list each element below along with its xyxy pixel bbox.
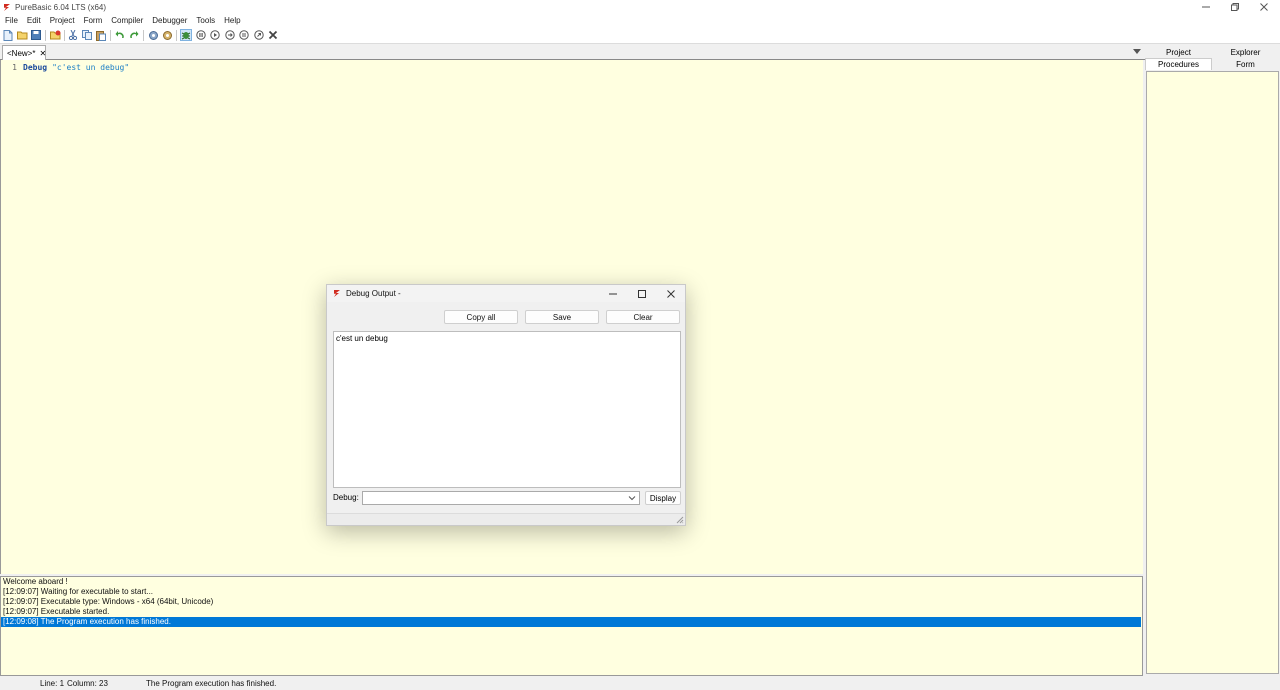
menu-project[interactable]: Project	[50, 16, 75, 25]
copy-all-button[interactable]: Copy all	[444, 310, 518, 324]
dialog-title-bar[interactable]: Debug Output -	[327, 285, 685, 302]
tab-close-icon[interactable]: ✕	[39, 49, 46, 58]
redo-icon[interactable]	[128, 29, 140, 41]
minimize-button[interactable]	[1192, 0, 1220, 14]
step-icon[interactable]	[209, 29, 221, 41]
open-file-icon[interactable]	[16, 29, 28, 41]
procedures-list[interactable]	[1146, 71, 1279, 674]
log-line-selected[interactable]: [12:09:08] The Program execution has fin…	[1, 617, 1141, 627]
minimize-icon	[1202, 6, 1210, 8]
menu-form[interactable]: Form	[84, 16, 103, 25]
menu-file[interactable]: File	[5, 16, 18, 25]
status-bar: Line: 1 Column: 23 The Program execution…	[0, 676, 1280, 690]
tab-form[interactable]: Form	[1212, 58, 1279, 70]
menu-edit[interactable]: Edit	[27, 16, 41, 25]
save-button[interactable]: Save	[525, 310, 599, 324]
tab-procedures[interactable]: Procedures	[1145, 58, 1212, 70]
debug-output-dialog: Debug Output - Copy all Save Clear c'est…	[326, 284, 686, 526]
resize-grip-icon[interactable]	[676, 516, 684, 524]
menu-help[interactable]: Help	[224, 16, 240, 25]
menu-compiler[interactable]: Compiler	[111, 16, 143, 25]
window-title: PureBasic 6.04 LTS (x64)	[15, 2, 107, 12]
dialog-minimize-button[interactable]	[599, 285, 627, 302]
code-string: "c'est un debug"	[52, 63, 130, 72]
kill-icon[interactable]	[267, 29, 279, 41]
dialog-maximize-button[interactable]	[628, 285, 656, 302]
close-icon	[667, 289, 675, 298]
step-over-icon[interactable]	[224, 29, 236, 41]
dialog-title: Debug Output -	[346, 289, 401, 298]
paste-icon[interactable]	[95, 29, 107, 41]
compile-run-icon[interactable]	[161, 29, 173, 41]
restore-icon	[1231, 3, 1239, 11]
menu-tools[interactable]: Tools	[196, 16, 215, 25]
log-line: [12:09:07] Executable started.	[3, 607, 110, 616]
save-icon[interactable]	[30, 29, 42, 41]
debug-output-line: c'est un debug	[336, 334, 388, 343]
purebasic-logo-icon	[334, 290, 340, 297]
error-log-panel[interactable]: Welcome aboard ! [12:09:07] Waiting for …	[0, 576, 1143, 676]
chevron-down-icon[interactable]	[628, 494, 636, 502]
cut-icon[interactable]	[67, 29, 79, 41]
close-button[interactable]	[1250, 0, 1278, 14]
log-line: [12:09:07] Waiting for executable to sta…	[3, 587, 154, 596]
undo-icon[interactable]	[114, 29, 126, 41]
tab-new-file[interactable]: <New>* ✕	[2, 45, 46, 60]
log-line: Welcome aboard !	[3, 577, 68, 586]
status-column: Column: 23	[67, 679, 108, 688]
tab-explorer[interactable]: Explorer	[1212, 46, 1279, 58]
title-bar: PureBasic 6.04 LTS (x64)	[0, 0, 1280, 14]
menu-debugger[interactable]: Debugger	[152, 16, 187, 25]
code-keyword: Debug	[23, 63, 48, 72]
minimize-icon	[609, 293, 617, 294]
editor-tab-strip: <New>* ✕	[0, 44, 1145, 60]
tool-panel: Project Explorer Procedures Form	[1145, 44, 1280, 676]
restore-button[interactable]	[1221, 0, 1249, 14]
status-message: The Program execution has finished.	[146, 679, 277, 688]
purebasic-logo-icon	[4, 3, 10, 11]
menu-bar: File Edit Project Form Compiler Debugger…	[0, 14, 1280, 27]
debug-expression-combo[interactable]	[362, 491, 640, 505]
new-file-icon[interactable]	[2, 29, 14, 41]
clear-button[interactable]: Clear	[606, 310, 680, 324]
status-line: Line: 1	[40, 679, 65, 688]
continue-icon[interactable]	[253, 29, 265, 41]
log-line: [12:09:07] Executable type: Windows - x6…	[3, 597, 214, 606]
display-button[interactable]: Display	[645, 491, 681, 505]
tab-list-dropdown-icon[interactable]	[1133, 49, 1141, 54]
tab-label: <New>*	[7, 48, 36, 58]
code-line: 1 Debug "c'est un debug"	[1, 62, 129, 73]
step-out-icon[interactable]	[238, 29, 250, 41]
debugger-icon[interactable]	[180, 29, 192, 41]
close-icon	[1260, 3, 1268, 11]
copy-icon[interactable]	[81, 29, 93, 41]
compile-icon[interactable]	[147, 29, 159, 41]
debug-output-list[interactable]: c'est un debug	[333, 331, 681, 488]
stop-icon[interactable]	[195, 29, 207, 41]
dialog-status-bar	[327, 513, 685, 525]
line-number: 1	[12, 63, 17, 72]
maximize-icon	[638, 289, 646, 298]
dialog-close-button[interactable]	[657, 285, 685, 302]
close-file-icon[interactable]	[49, 29, 61, 41]
tab-project[interactable]: Project	[1145, 46, 1212, 58]
debug-label: Debug:	[333, 493, 359, 502]
toolbar	[0, 27, 1280, 44]
